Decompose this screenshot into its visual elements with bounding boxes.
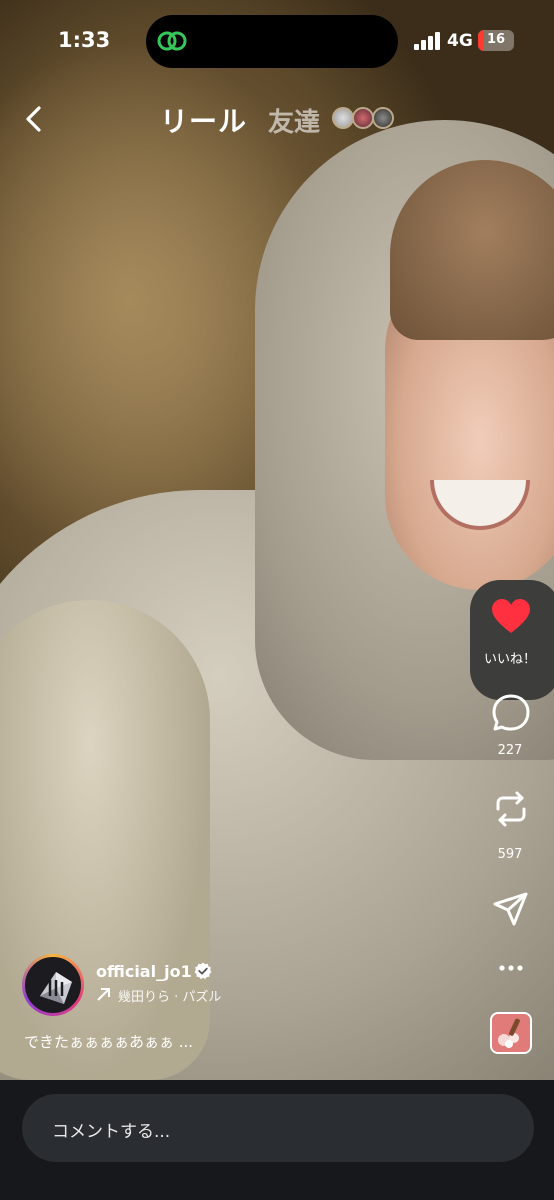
tab-reels[interactable]: リール [160,100,247,140]
battery-level: 16 [486,32,506,47]
link-icon [157,31,187,51]
comment-input[interactable]: コメントする... [22,1094,534,1162]
post-caption[interactable]: できたぁぁぁぁあぁぁ ... [24,1031,193,1052]
heart-icon[interactable] [490,597,532,637]
comment-count: 227 [497,743,523,758]
status-time: 1:33 [58,28,111,52]
comment-placeholder: コメントする... [52,1122,171,1142]
avatar-inner [25,957,81,1013]
friend-avatar [372,107,394,129]
repost-count: 597 [497,847,523,862]
music-info[interactable]: 幾田りら · パズル [118,986,221,1005]
more-options-icon[interactable] [490,950,532,986]
friend-avatar [352,107,374,129]
friend-avatar [332,107,354,129]
avatar[interactable] [22,954,84,1016]
like-label: いいね！ [483,652,536,667]
audio-thumbnail-icon [498,1018,520,1048]
chevron-left-icon[interactable] [20,104,46,134]
network-type: 4G [447,31,473,51]
audio-thumbnail[interactable] [490,1012,532,1054]
comment-icon[interactable] [490,692,532,732]
status-bar: 1:33 4G 16 [0,0,554,80]
comment-bar: コメントする... [0,1080,554,1200]
send-icon[interactable] [490,889,532,929]
reel-video[interactable] [0,0,554,1080]
username[interactable]: official_jo1 [96,962,192,981]
jo1-logo-icon [40,972,72,1004]
arrow-up-right-icon [97,988,110,1001]
repost-icon[interactable] [490,789,532,829]
verified-badge-icon [194,962,212,980]
tab-friends[interactable]: 友達 [268,102,320,139]
cellular-signal-icon [414,32,440,50]
battery-icon: 16 [478,30,514,51]
